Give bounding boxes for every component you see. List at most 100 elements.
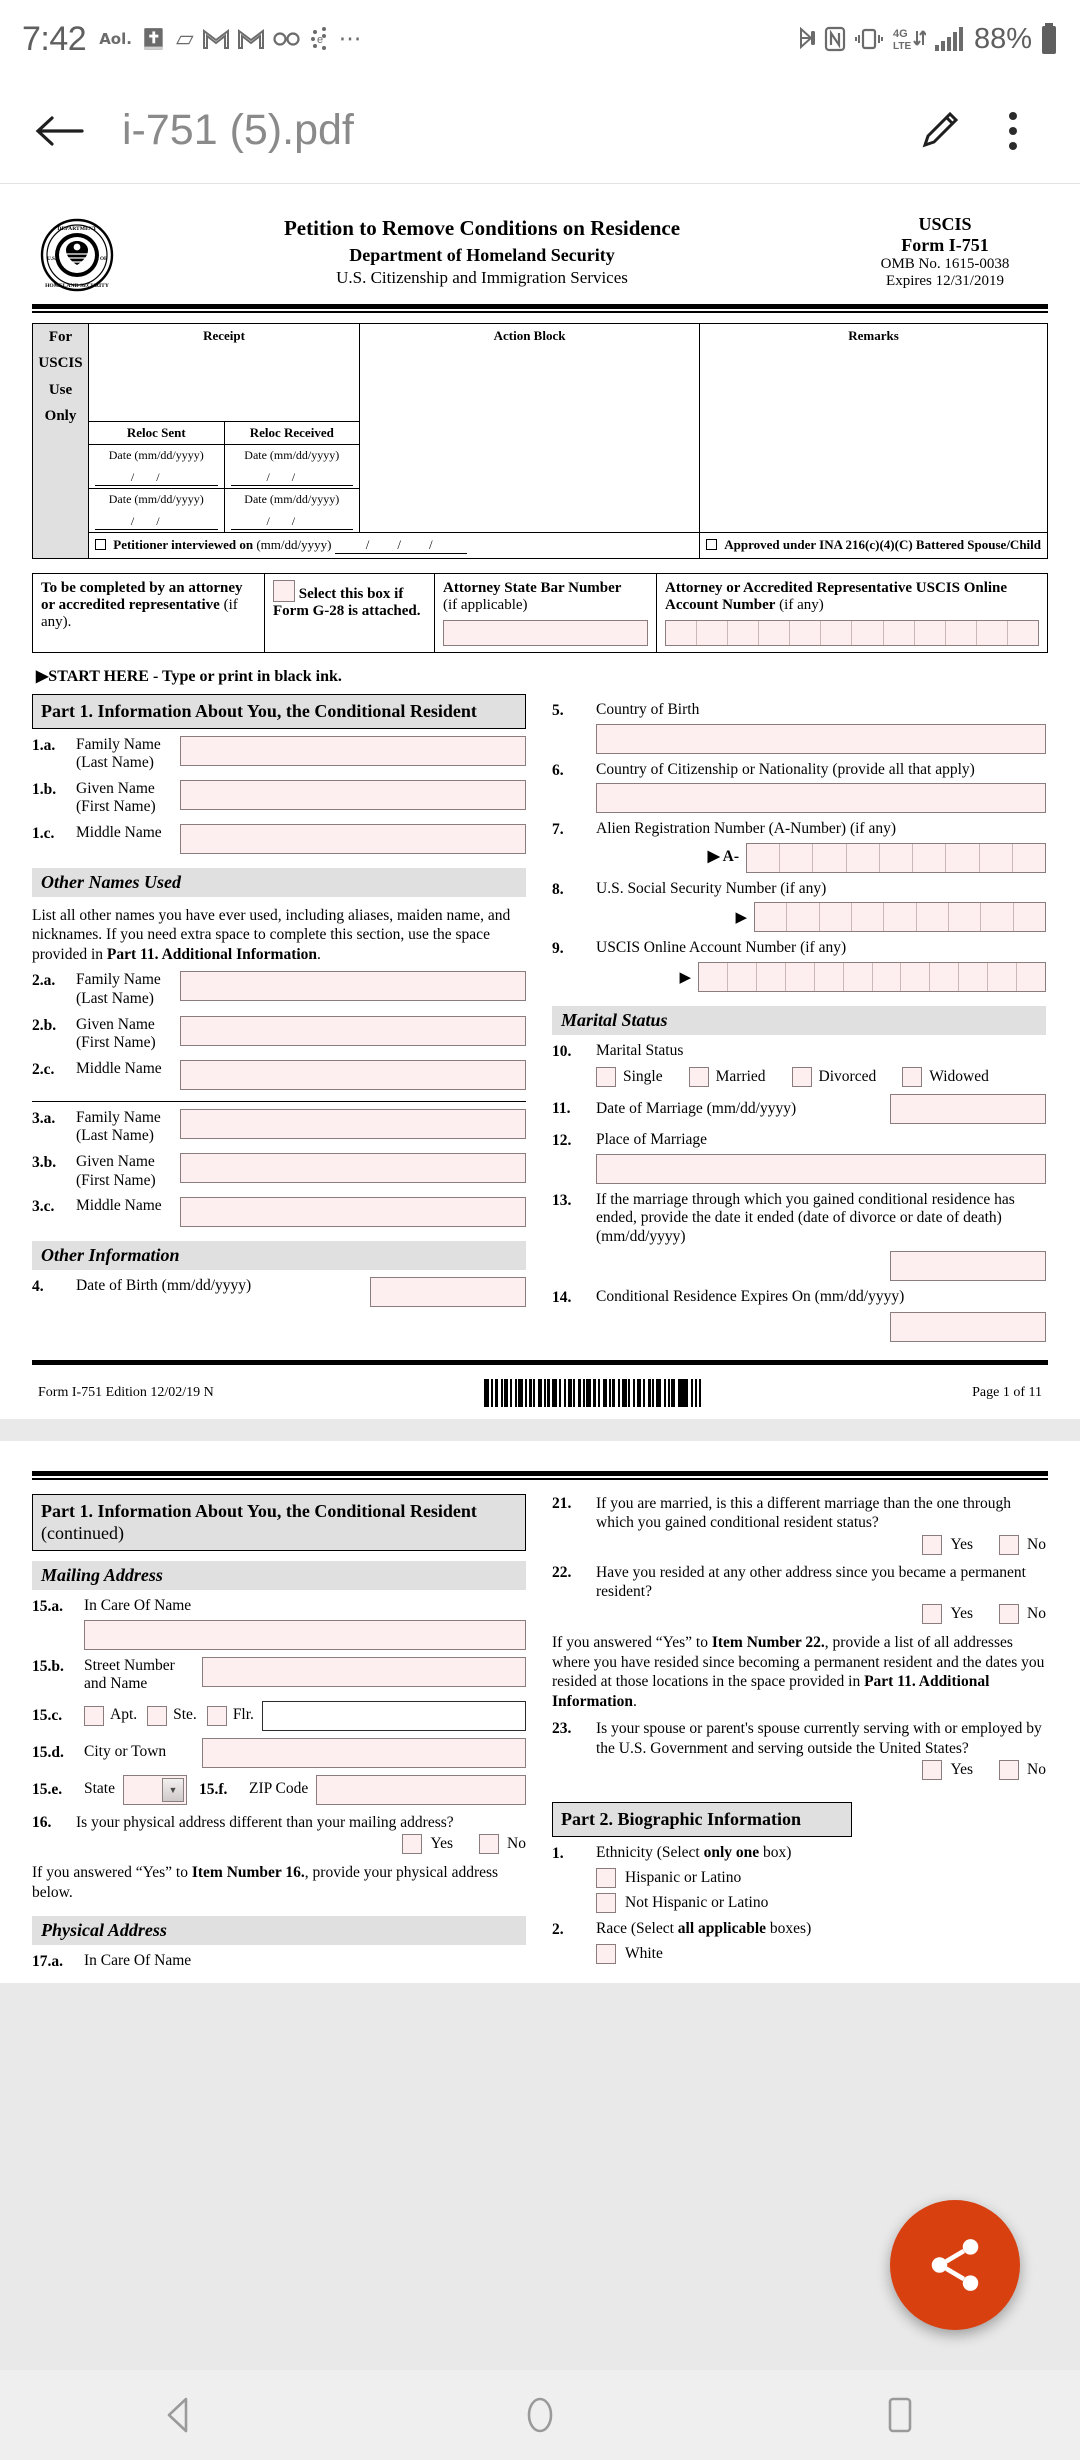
battery-percent-label: 88% bbox=[973, 22, 1032, 55]
apt-checkbox[interactable] bbox=[84, 1705, 104, 1726]
item-22-row: 22. Have you resided at any other addres… bbox=[552, 1563, 1046, 1624]
share-button[interactable] bbox=[890, 2200, 1020, 2330]
item-7-input[interactable] bbox=[746, 842, 1046, 873]
item-1a-input[interactable] bbox=[180, 735, 526, 766]
attorney-bar-number-input[interactable] bbox=[443, 620, 648, 646]
action-block-header[interactable]: Action Block bbox=[359, 323, 701, 533]
pdf-viewer[interactable]: DEPARTMENT HOMELAND SECURITY U.S. OF Pet… bbox=[0, 184, 1080, 2370]
white-checkbox[interactable] bbox=[596, 1943, 616, 1964]
item-15d-input[interactable] bbox=[202, 1737, 526, 1768]
reloc-received-date-1[interactable]: Date (mm/dd/yyyy) / / bbox=[223, 444, 361, 489]
nav-home-icon bbox=[527, 2397, 553, 2433]
form-dept: Department of Homeland Security bbox=[349, 245, 615, 266]
item-1b-label: Given Name (First Name) bbox=[76, 779, 156, 816]
petitioner-interviewed-row[interactable]: Petitioner interviewed on (mm/dd/yyyy) /… bbox=[87, 532, 701, 559]
part1-heading: Part 1. Information About You, the Condi… bbox=[32, 694, 526, 729]
item-2b-input[interactable] bbox=[180, 1015, 526, 1046]
item-2a-row: 2.a. Family Name (Last Name) bbox=[32, 971, 526, 1008]
pdf-page-2: Part 1. Information About You, the Condi… bbox=[0, 1440, 1080, 1984]
reloc-received-date-2[interactable]: Date (mm/dd/yyyy) / / bbox=[223, 488, 361, 533]
approved-ina-label: Approved under INA 216(c)(4)(C) Battered… bbox=[724, 537, 1041, 552]
item-12-input[interactable] bbox=[596, 1153, 1046, 1184]
reloc-sent-date-2[interactable]: Date (mm/dd/yyyy) / / bbox=[88, 488, 225, 533]
svg-text:HOMELAND SECURITY: HOMELAND SECURITY bbox=[45, 283, 109, 289]
item-2b-label: Given Name (First Name) bbox=[76, 1015, 156, 1052]
flr-checkbox[interactable] bbox=[206, 1705, 227, 1726]
item-16-no-checkbox[interactable] bbox=[479, 1834, 500, 1855]
remarks-header[interactable]: Remarks bbox=[699, 323, 1048, 533]
back-button[interactable] bbox=[30, 111, 90, 151]
marital-single-checkbox[interactable] bbox=[596, 1066, 616, 1087]
attorney-online-account-input[interactable] bbox=[665, 620, 1039, 646]
nav-back-button[interactable] bbox=[90, 2370, 270, 2460]
marital-married-checkbox[interactable] bbox=[688, 1066, 709, 1087]
item-23-no-checkbox[interactable] bbox=[999, 1760, 1020, 1781]
ste-checkbox[interactable] bbox=[147, 1705, 168, 1726]
chevron-down-icon[interactable]: ▼ bbox=[162, 1777, 184, 1802]
form-agency: U.S. Citizenship and Immigration Service… bbox=[336, 268, 628, 288]
item-13-number: 13. bbox=[552, 1191, 572, 1209]
item-1b-input[interactable] bbox=[180, 779, 526, 810]
item-6-input[interactable] bbox=[596, 783, 1046, 814]
item-15c-number: 15.c. bbox=[32, 1707, 63, 1725]
g28-cell[interactable]: Select this box if Form G-28 is attached… bbox=[264, 573, 435, 653]
item-15c-input[interactable] bbox=[261, 1700, 526, 1731]
overflow-menu-button[interactable] bbox=[976, 111, 1050, 150]
item-15a-label: In Care Of Name bbox=[84, 1596, 192, 1614]
item-15f-input[interactable] bbox=[316, 1774, 526, 1805]
uscis-use-only-table: For USCIS Use Only Receipt Action Block … bbox=[32, 323, 1048, 559]
item-22-no-checkbox[interactable] bbox=[999, 1604, 1020, 1624]
item-4-input[interactable] bbox=[370, 1277, 526, 1308]
item-10-row: 10. Marital Status bbox=[552, 1042, 1046, 1061]
item-16-row: 16. Is your physical address different t… bbox=[32, 1813, 526, 1855]
p2-item-2-label: Race (Select all applicable boxes) bbox=[596, 1919, 812, 1937]
item-1c-input[interactable] bbox=[180, 823, 526, 854]
item-13-input[interactable] bbox=[890, 1251, 1046, 1282]
item-2b-row: 2.b. Given Name (First Name) bbox=[32, 1015, 526, 1053]
petitioner-interviewed-checkbox[interactable] bbox=[95, 539, 106, 550]
reloc-sent-date-1[interactable]: Date (mm/dd/yyyy) / / bbox=[88, 444, 225, 489]
item-3c-input[interactable] bbox=[180, 1197, 526, 1228]
nav-recents-button[interactable] bbox=[810, 2370, 990, 2460]
hispanic-checkbox[interactable] bbox=[596, 1867, 616, 1888]
g28-checkbox[interactable] bbox=[273, 580, 295, 602]
form-meta-group: USCIS Form I-751 OMB No. 1615-0038 Expir… bbox=[850, 212, 1040, 290]
item-8-input[interactable] bbox=[754, 902, 1046, 933]
approved-ina-checkbox[interactable] bbox=[706, 539, 718, 550]
item-11-input[interactable] bbox=[890, 1093, 1046, 1124]
status-bar-left: 7:42 Aol. ▱ e ⋯ bbox=[22, 20, 362, 59]
item-8-number: 8. bbox=[552, 880, 564, 898]
gmail-icon: ▱ bbox=[175, 25, 194, 52]
approved-ina-row[interactable]: Approved under INA 216(c)(4)(C) Battered… bbox=[699, 532, 1048, 559]
marital-status-options: Single Married Divorced Widowed bbox=[552, 1066, 1046, 1087]
item-9-input[interactable] bbox=[698, 961, 1046, 992]
state-select[interactable]: ▼ bbox=[123, 1774, 187, 1805]
item-2c-input[interactable] bbox=[180, 1059, 526, 1090]
share-icon bbox=[931, 2239, 979, 2291]
hispanic-label: Hispanic or Latino bbox=[625, 1868, 742, 1886]
item-15a-input[interactable] bbox=[84, 1619, 526, 1650]
item-17a-row: 17.a. In Care Of Name bbox=[32, 1952, 526, 1971]
item-21-no-checkbox[interactable] bbox=[999, 1534, 1020, 1555]
item-3a-input[interactable] bbox=[180, 1108, 526, 1139]
item-2a-input[interactable] bbox=[180, 971, 526, 1002]
item-14-input[interactable] bbox=[890, 1311, 1046, 1342]
interview-date-line[interactable]: / / / bbox=[334, 537, 467, 554]
not-hispanic-checkbox[interactable] bbox=[596, 1892, 616, 1913]
item-22-no-label: No bbox=[1027, 1605, 1046, 1622]
item-16-yes-checkbox[interactable] bbox=[402, 1834, 423, 1855]
petitioner-interviewed-label: Petitioner interviewed on bbox=[113, 537, 254, 552]
not-hispanic-label: Not Hispanic or Latino bbox=[625, 1893, 769, 1911]
other-names-paragraph: List all other names you have ever used,… bbox=[32, 906, 511, 963]
marital-divorced-checkbox[interactable] bbox=[791, 1066, 812, 1087]
marital-widowed-checkbox[interactable] bbox=[902, 1066, 923, 1087]
edit-button[interactable] bbox=[902, 107, 976, 155]
nav-home-button[interactable] bbox=[450, 2370, 630, 2460]
item-21-yes-checkbox[interactable] bbox=[922, 1534, 943, 1555]
item-3b-input[interactable] bbox=[180, 1152, 526, 1183]
item-5-input[interactable] bbox=[596, 723, 1046, 754]
item-23-yes-checkbox[interactable] bbox=[922, 1760, 943, 1781]
item-15b-input[interactable] bbox=[202, 1656, 526, 1687]
nfc-icon bbox=[824, 26, 846, 52]
item-22-yes-checkbox[interactable] bbox=[922, 1604, 943, 1624]
